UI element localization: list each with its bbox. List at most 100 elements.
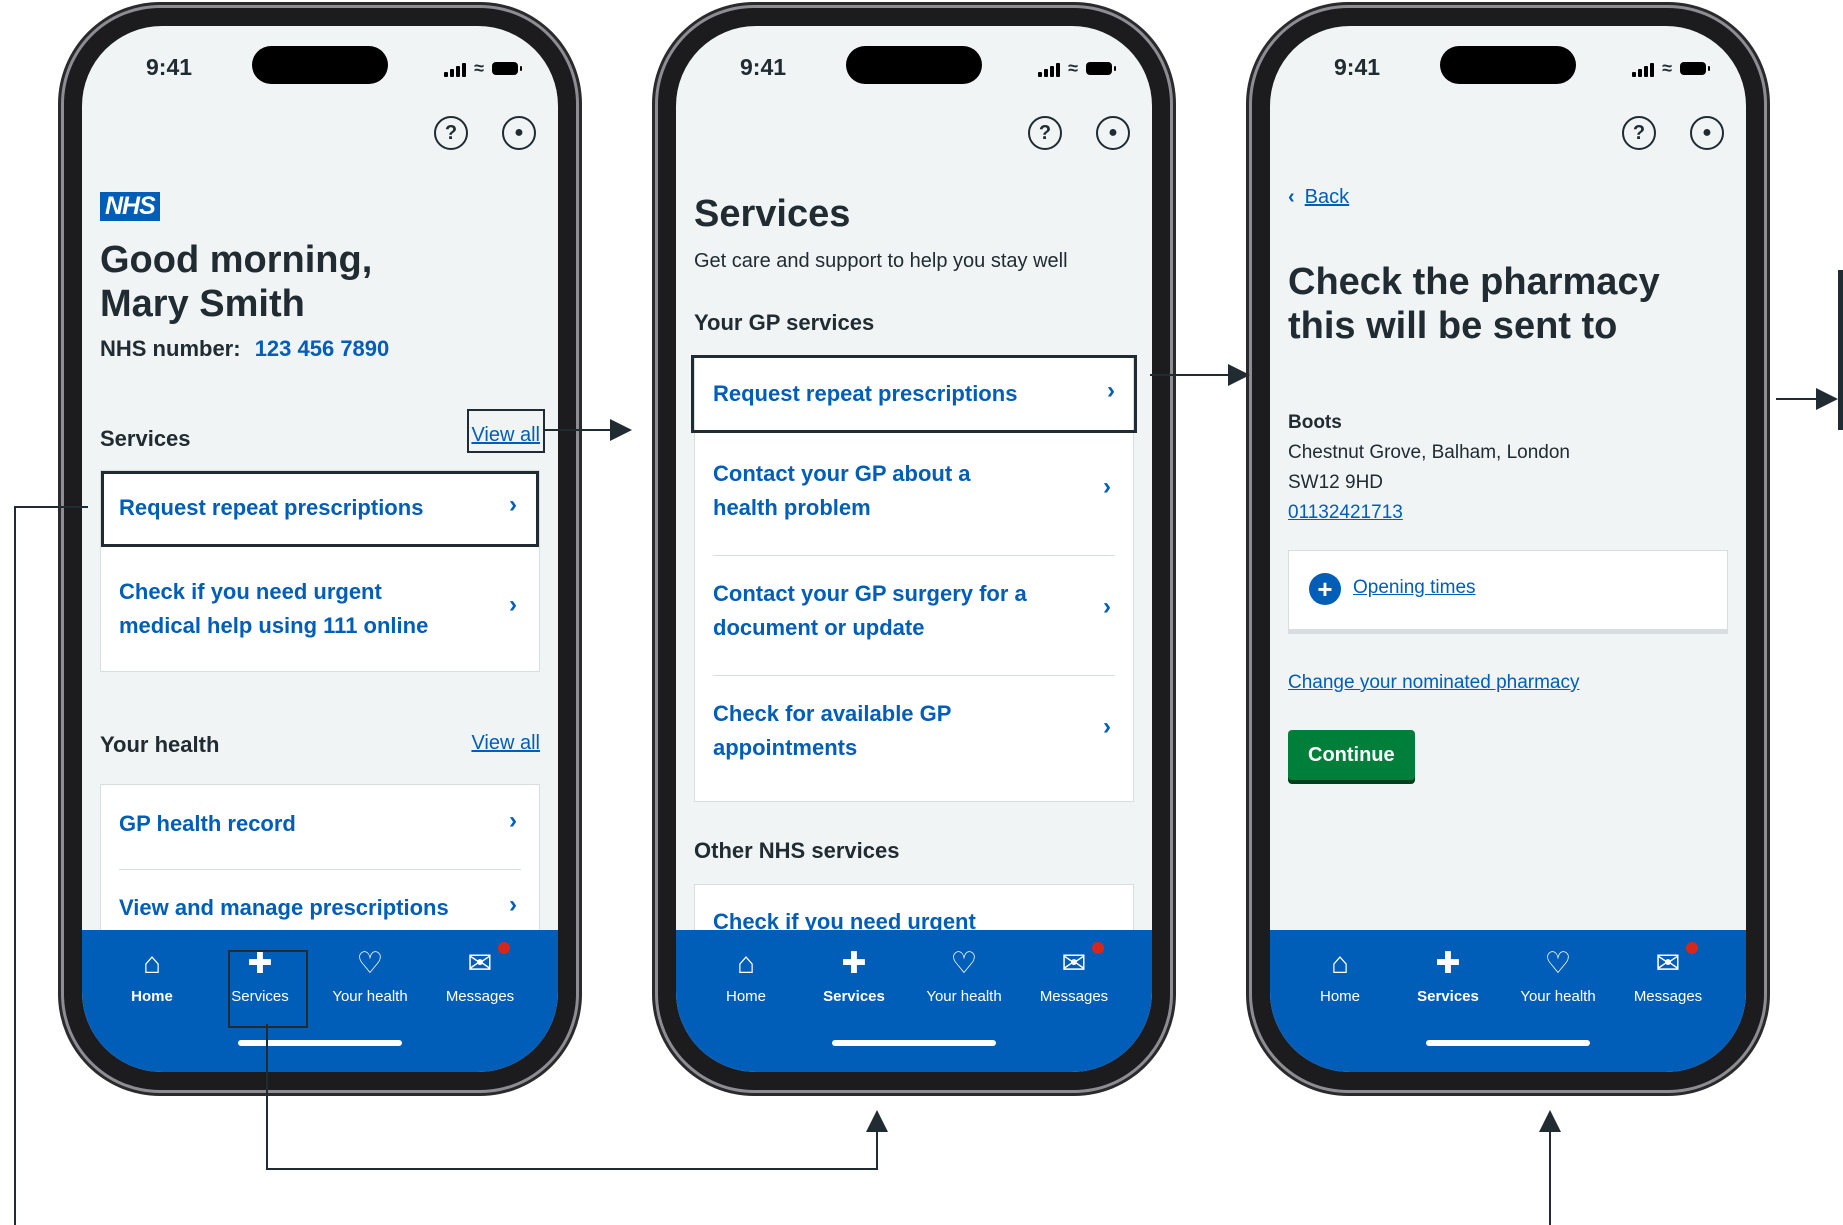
- wifi-icon: ≈: [1068, 58, 1078, 78]
- chevron-right-icon: ›: [1103, 593, 1111, 620]
- status-icons: ≈: [1038, 58, 1116, 79]
- home-icon: ⌂: [1330, 947, 1350, 980]
- battery-icon: [492, 62, 522, 75]
- list-item-label: Request repeat prescriptions: [119, 495, 424, 520]
- tab-your-health[interactable]: ♡ Your health: [320, 944, 420, 1005]
- home-indicator: [238, 1040, 402, 1046]
- health-view-all-link[interactable]: View all: [471, 732, 540, 755]
- pharmacy-screen: 9:41 ≈ ? ● ‹ Back Check the pharmacy this…: [1270, 26, 1746, 1072]
- nhs-number: NHS number: 123 456 7890: [100, 336, 389, 362]
- tab-messages[interactable]: ✉ Messages: [430, 942, 530, 1005]
- tab-home[interactable]: ⌂ Home: [696, 944, 796, 1005]
- tab-your-health[interactable]: ♡ Your health: [914, 944, 1014, 1005]
- tab-label: Services: [1417, 988, 1479, 1005]
- arrow-up-icon: [1539, 1110, 1561, 1132]
- list-item-label: Check if you need urgent medical help us…: [119, 579, 429, 638]
- pharmacy-phone-link[interactable]: 01132421713: [1288, 498, 1570, 528]
- services-card: Request repeat prescriptions › Check if …: [100, 470, 540, 672]
- phone-frame-services: 9:41 ≈ ? ● Services Get care and support…: [658, 8, 1170, 1090]
- envelope-icon: ✉: [430, 942, 530, 984]
- pharmacy-name: Boots: [1288, 412, 1342, 433]
- list-item-contact-gp-document[interactable]: Contact your GP surgery for a document o…: [695, 557, 1133, 675]
- tab-messages[interactable]: ✉ Messages: [1024, 942, 1124, 1005]
- status-icons: ≈: [1632, 58, 1710, 79]
- account-icon[interactable]: ●: [1096, 116, 1130, 150]
- nhs-number-label: NHS number:: [100, 336, 241, 361]
- chevron-right-icon: ›: [509, 591, 517, 618]
- back-label: Back: [1304, 186, 1350, 208]
- list-item-label: GP health record: [119, 811, 296, 836]
- list-item-request-prescriptions[interactable]: Request repeat prescriptions ›: [691, 355, 1137, 433]
- tab-label: Home: [725, 988, 766, 1005]
- chevron-right-icon: ›: [509, 491, 517, 518]
- plus-circle-icon: +: [1309, 573, 1341, 605]
- connector-line: [14, 506, 88, 508]
- list-item-label: Request repeat prescriptions: [713, 381, 1018, 406]
- tab-label: Services: [823, 988, 885, 1005]
- tab-label: Home: [131, 988, 173, 1005]
- connector-line: [14, 506, 16, 1225]
- tab-label: Messages: [445, 988, 515, 1005]
- tab-bar: ⌂ Home ✚ Services ♡ Your health ✉ Messag…: [1270, 930, 1746, 1072]
- gp-services-card: Request repeat prescriptions › Contact y…: [691, 355, 1137, 802]
- dynamic-island: [252, 46, 388, 84]
- list-item-111-online[interactable]: Check if you need urgent medical help us…: [101, 551, 539, 669]
- help-icon[interactable]: ?: [1028, 116, 1062, 150]
- connector-line: [266, 1024, 268, 1170]
- tab-messages[interactable]: ✉ Messages: [1618, 942, 1718, 1005]
- connector-line: [1150, 374, 1232, 376]
- list-item-label: View and manage prescriptions: [119, 895, 449, 920]
- back-link[interactable]: ‹ Back: [1288, 186, 1349, 209]
- help-icon[interactable]: ?: [434, 116, 468, 150]
- account-icon[interactable]: ●: [502, 116, 536, 150]
- change-pharmacy-link[interactable]: Change your nominated pharmacy: [1288, 672, 1580, 694]
- tab-label: Your health: [332, 988, 408, 1005]
- chevron-right-icon: ›: [1103, 713, 1111, 740]
- home-indicator: [1426, 1040, 1590, 1046]
- signal-icon: [1632, 61, 1655, 77]
- pharmacy-address-line-1: Chestnut Grove, Balham, London: [1288, 442, 1571, 463]
- tab-home[interactable]: ⌂ Home: [1290, 944, 1390, 1005]
- tab-home[interactable]: ⌂ Home: [102, 944, 202, 1005]
- nhs-logo: NHS: [100, 192, 160, 221]
- list-item-gp-appointments[interactable]: Check for available GP appointments ›: [695, 677, 1133, 795]
- wifi-icon: ≈: [474, 58, 484, 78]
- signal-icon: [444, 61, 467, 77]
- pharmacy-details: Boots Chestnut Grove, Balham, London SW1…: [1288, 408, 1570, 528]
- next-phone-edge: [1838, 270, 1843, 430]
- chevron-right-icon: ›: [1107, 377, 1115, 404]
- tab-your-health[interactable]: ♡ Your health: [1508, 944, 1608, 1005]
- tab-services[interactable]: ✚ Services: [1398, 944, 1498, 1005]
- greeting: Good morning, Mary Smith: [100, 238, 372, 326]
- tab-label: Your health: [1520, 988, 1596, 1005]
- view-all-highlight: [467, 409, 545, 453]
- list-item-contact-gp-health[interactable]: Contact your GP about a health problem ›: [695, 437, 1133, 555]
- notification-dot: [1686, 942, 1698, 954]
- chevron-left-icon: ‹: [1288, 186, 1295, 208]
- divider: [713, 555, 1115, 556]
- help-icon[interactable]: ?: [1622, 116, 1656, 150]
- other-services-heading: Other NHS services: [694, 838, 900, 863]
- list-item-request-prescriptions[interactable]: Request repeat prescriptions ›: [101, 471, 539, 547]
- title-line-2: this will be sent to: [1288, 305, 1618, 347]
- chevron-right-icon: ›: [509, 891, 517, 918]
- phone-frame-home: 9:41 ≈ ? ● NHS Good morning, Mary Smith …: [64, 8, 576, 1090]
- header-icons: ? ●: [434, 116, 536, 150]
- home-icon: ⌂: [142, 947, 162, 980]
- opening-times-expander[interactable]: + Opening times: [1288, 550, 1728, 630]
- list-item-gp-health-record[interactable]: GP health record ›: [101, 785, 539, 869]
- pharmacy-address-line-2: SW12 9HD: [1288, 472, 1384, 493]
- tab-bar: ⌂ Home ✚ Services ♡ Your health ✉ Messag…: [676, 930, 1152, 1072]
- continue-button[interactable]: Continue: [1288, 730, 1415, 780]
- arrow-right-icon: [1228, 364, 1250, 386]
- battery-icon: [1086, 62, 1116, 75]
- status-icons: ≈: [444, 58, 522, 79]
- tab-services[interactable]: ✚ Services: [804, 944, 904, 1005]
- services-screen: 9:41 ≈ ? ● Services Get care and support…: [676, 26, 1152, 1072]
- status-time: 9:41: [740, 54, 787, 80]
- connector-line: [1776, 398, 1816, 400]
- notification-dot: [1092, 942, 1104, 954]
- battery-icon: [1680, 62, 1710, 75]
- account-icon[interactable]: ●: [1690, 116, 1724, 150]
- header-icons: ? ●: [1028, 116, 1130, 150]
